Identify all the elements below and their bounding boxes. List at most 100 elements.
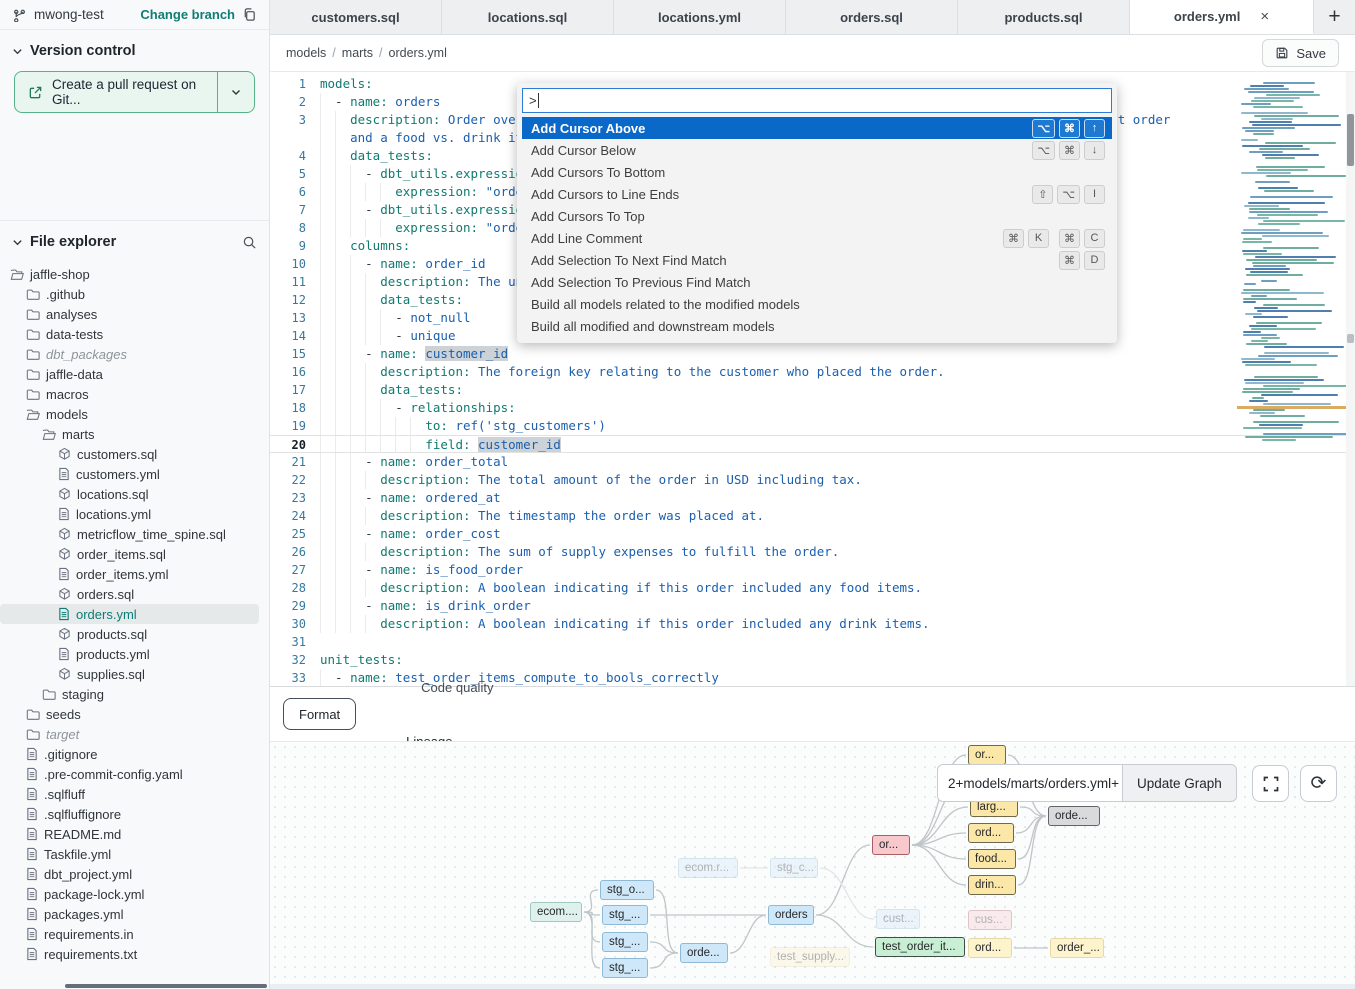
lineage-canvas[interactable]: 2+models/marts/orders.yml+ Update Graph … (270, 741, 1355, 989)
tree-item-requirements-in[interactable]: requirements.in (0, 924, 269, 944)
tree-item-marts[interactable]: marts (0, 424, 269, 444)
palette-item-add-cursors-to-bottom[interactable]: Add Cursors To Bottom (522, 161, 1112, 183)
tree-item-locations-sql[interactable]: locations.sql (0, 484, 269, 504)
tree-item-data-tests[interactable]: data-tests (0, 324, 269, 344)
tree-item-orders-yml[interactable]: orders.yml (0, 604, 259, 624)
save-button[interactable]: Save (1262, 39, 1339, 67)
tree-item-sqlfluffignore[interactable]: .sqlfluffignore (0, 804, 269, 824)
update-graph-button[interactable]: Update Graph (1123, 764, 1237, 802)
tree-item-locations-yml[interactable]: locations.yml (0, 504, 269, 524)
copy-branch-icon[interactable] (242, 7, 257, 22)
tree-item-macros[interactable]: macros (0, 384, 269, 404)
tree-item-github[interactable]: .github (0, 284, 269, 304)
panel-tab-code-quality[interactable]: Code quality (416, 660, 498, 714)
lineage-node-stg-o[interactable]: stg_o... (600, 880, 654, 900)
editor-scrollbar[interactable] (1346, 72, 1355, 686)
code-line[interactable]: 19to: ref('stg_customers') (270, 417, 1355, 435)
close-tab-icon[interactable]: × (1260, 9, 1269, 24)
palette-input[interactable]: > (522, 88, 1112, 113)
palette-item-build-all-models-related-to-the-modified-models[interactable]: Build all models related to the modified… (522, 293, 1112, 315)
tree-item-taskfile-yml[interactable]: Taskfile.yml (0, 844, 269, 864)
lineage-node-ecom-r[interactable]: ecom.r... (678, 858, 738, 878)
lineage-node-or[interactable]: or... (872, 835, 910, 855)
tree-item-staging[interactable]: staging (0, 684, 269, 704)
palette-item-add-cursor-above[interactable]: Add Cursor Above⌥⌘↑ (522, 117, 1112, 139)
code-line[interactable]: 27- name: is_food_order (270, 561, 1355, 579)
tree-item-jaffle-data[interactable]: jaffle-data (0, 364, 269, 384)
code-line[interactable]: 15- name: customer_id (270, 345, 1355, 363)
lineage-node-stg-c[interactable]: stg_c... (770, 858, 818, 878)
lineage-node-orders[interactable]: orders (768, 905, 814, 925)
palette-item-build-all-modified-and-downstream-models[interactable]: Build all modified and downstream models (522, 315, 1112, 337)
palette-item-add-cursors-to-line-ends[interactable]: Add Cursors to Line Ends⇧⌥I (522, 183, 1112, 205)
tree-item-pre-commit-config-yaml[interactable]: .pre-commit-config.yaml (0, 764, 269, 784)
pr-dropdown-chevron[interactable] (217, 72, 254, 112)
code-line[interactable]: 26description: The sum of supply expense… (270, 543, 1355, 561)
change-branch-link[interactable]: Change branch (140, 7, 235, 22)
tree-item-order-items-yml[interactable]: order_items.yml (0, 564, 269, 584)
code-line[interactable]: 22description: The total amount of the o… (270, 471, 1355, 489)
palette-item-add-cursors-to-top[interactable]: Add Cursors To Top (522, 205, 1112, 227)
fullscreen-button[interactable] (1252, 765, 1289, 802)
code-line[interactable]: 29- name: is_drink_order (270, 597, 1355, 615)
tree-item-products-sql[interactable]: products.sql (0, 624, 269, 644)
chevron-down-icon[interactable] (12, 237, 23, 248)
tree-item-readme-md[interactable]: README.md (0, 824, 269, 844)
tree-item-supplies-sql[interactable]: supplies.sql (0, 664, 269, 684)
sidebar-horizontal-scrollbar[interactable] (65, 984, 267, 988)
lineage-node-ord[interactable]: ord... (968, 823, 1014, 843)
tree-item-dbt-packages[interactable]: dbt_packages (0, 344, 269, 364)
lineage-node-test-supply[interactable]: test_supply... (770, 947, 850, 967)
refresh-button[interactable]: ⟳ (1300, 765, 1337, 802)
lineage-node-orde[interactable]: orde... (680, 943, 728, 963)
code-line-current[interactable]: 20field: customer_id (270, 435, 1355, 453)
tree-item-metricflow-time-spine-sql[interactable]: metricflow_time_spine.sql (0, 524, 269, 544)
code-line[interactable]: 16description: The foreign key relating … (270, 363, 1355, 381)
tree-item-customers-sql[interactable]: customers.sql (0, 444, 269, 464)
palette-item-add-line-comment[interactable]: Add Line Comment⌘K⌘C (522, 227, 1112, 249)
palette-item-add-cursor-below[interactable]: Add Cursor Below⌥⌘↓ (522, 139, 1112, 161)
tree-item-models[interactable]: models (0, 404, 269, 424)
lineage-node-stg[interactable]: stg_... (602, 932, 648, 952)
tree-item-dbt-project-yml[interactable]: dbt_project.yml (0, 864, 269, 884)
tree-item-jaffle-shop[interactable]: jaffle-shop (0, 264, 269, 284)
search-icon[interactable] (242, 235, 257, 250)
code-line[interactable]: 28description: A boolean indicating if t… (270, 579, 1355, 597)
lineage-node-food[interactable]: food... (968, 849, 1016, 869)
tree-item-customers-yml[interactable]: customers.yml (0, 464, 269, 484)
lineage-node-ecom[interactable]: ecom.... (530, 902, 582, 922)
lineage-node-drin[interactable]: drin... (968, 875, 1016, 895)
lineage-node-orde[interactable]: orde... (1048, 806, 1100, 826)
tab-products-sql[interactable]: products.sql (958, 0, 1130, 34)
code-line[interactable]: 21- name: order_total (270, 453, 1355, 471)
tab-orders-yml[interactable]: orders.yml× (1130, 0, 1314, 34)
tree-item-orders-sql[interactable]: orders.sql (0, 584, 269, 604)
code-line[interactable]: 18- relationships: (270, 399, 1355, 417)
tab-customers-sql[interactable]: customers.sql (270, 0, 442, 34)
tree-item-package-lock-yml[interactable]: package-lock.yml (0, 884, 269, 904)
lineage-node-stg[interactable]: stg_... (602, 958, 648, 978)
lineage-node-test-order-it[interactable]: test_order_it... (875, 937, 965, 957)
new-tab-button[interactable]: + (1314, 0, 1355, 34)
tab-locations-sql[interactable]: locations.sql (442, 0, 614, 34)
chevron-down-icon[interactable] (12, 46, 23, 57)
lineage-horizontal-scrollbar[interactable] (270, 984, 1355, 989)
tree-item-products-yml[interactable]: products.yml (0, 644, 269, 664)
lineage-node-or[interactable]: or... (968, 745, 1006, 765)
code-line[interactable]: 30description: A boolean indicating if t… (270, 615, 1355, 633)
code-line[interactable]: 24description: The timestamp the order w… (270, 507, 1355, 525)
format-button[interactable]: Format (283, 698, 356, 730)
lineage-node-cus[interactable]: cus... (968, 910, 1012, 930)
lineage-node-order[interactable]: order_... (1050, 938, 1104, 958)
create-pr-button[interactable]: Create a pull request on Git... (14, 71, 255, 113)
tree-item-seeds[interactable]: seeds (0, 704, 269, 724)
tab-orders-sql[interactable]: orders.sql (786, 0, 958, 34)
code-line[interactable]: 17data_tests: (270, 381, 1355, 399)
palette-item-add-selection-to-previous-find-match[interactable]: Add Selection To Previous Find Match (522, 271, 1112, 293)
tree-item-packages-yml[interactable]: packages.yml (0, 904, 269, 924)
tree-item-analyses[interactable]: analyses (0, 304, 269, 324)
editor-scrollbar-thumb[interactable] (1347, 114, 1354, 166)
tree-item-sqlfluff[interactable]: .sqlfluff (0, 784, 269, 804)
lineage-node-cust[interactable]: cust... (876, 909, 920, 929)
tree-item-order-items-sql[interactable]: order_items.sql (0, 544, 269, 564)
